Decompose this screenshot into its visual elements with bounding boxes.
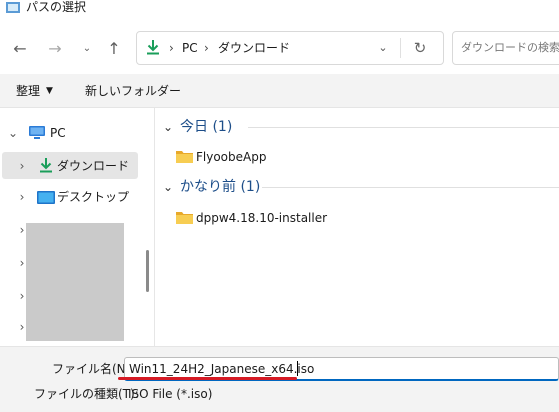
breadcrumb-separator: ›: [169, 41, 174, 55]
file-item-dppw-installer[interactable]: dppw4.18.10-installer: [196, 207, 327, 229]
pc-expand-chevron[interactable]: ⌄: [7, 122, 19, 144]
group-header-long-ago[interactable]: かなり前 (1): [180, 176, 260, 198]
pc-icon: [29, 126, 45, 139]
address-history-dropdown[interactable]: ⌄: [374, 38, 392, 58]
breadcrumb-pc[interactable]: PC: [182, 38, 198, 58]
group-collapse-chevron[interactable]: ⌄: [163, 176, 173, 198]
address-divider: [400, 38, 401, 58]
group-header-today[interactable]: 今日 (1): [180, 116, 232, 138]
group-divider: [248, 127, 559, 128]
group-divider: [262, 187, 559, 188]
folder-icon: [176, 151, 193, 163]
folder-icon: [176, 212, 193, 224]
download-icon: [147, 40, 159, 55]
sidebar-item-desktop[interactable]: デスクトップ: [57, 186, 129, 208]
new-folder-button[interactable]: 新しいフォルダー: [85, 82, 181, 100]
download-icon: [40, 158, 52, 173]
sidebar-item-pc[interactable]: PC: [50, 122, 66, 144]
desktop-icon: [37, 191, 55, 204]
desktop-expand-chevron[interactable]: ›: [16, 186, 28, 208]
file-item-flyoobeapp[interactable]: FlyoobeApp: [196, 146, 266, 168]
breadcrumb-downloads[interactable]: ダウンロード: [218, 38, 290, 58]
forward-button[interactable]: →: [42, 35, 68, 61]
search-placeholder: ダウンロードの検索: [461, 41, 559, 54]
window-title: パスの選択: [26, 0, 87, 14]
organize-button[interactable]: 整理: [16, 82, 40, 100]
sidebar-item-label[interactable]: ダウンロード: [57, 155, 129, 177]
back-button[interactable]: ←: [7, 35, 33, 61]
downloads-expand-chevron[interactable]: ›: [16, 155, 28, 177]
filetype-value[interactable]: ISO File (*.iso): [128, 385, 212, 403]
recent-locations-button[interactable]: ⌄: [74, 35, 100, 61]
folder-app-icon: [6, 2, 20, 13]
filename-label: ファイル名(N):: [52, 362, 135, 376]
organize-dropdown-arrow[interactable]: ▼: [46, 82, 53, 100]
sidebar-scrollbar[interactable]: [146, 250, 149, 292]
text-caret: [297, 361, 298, 376]
refresh-button[interactable]: ↻: [408, 38, 432, 58]
group-collapse-chevron[interactable]: ⌄: [163, 116, 173, 138]
filename-value[interactable]: Win11_24H2_Japanese_x64.iso: [129, 360, 314, 378]
redacted-region: [26, 223, 124, 341]
up-button[interactable]: ↑: [101, 35, 127, 61]
annotation-underline: [118, 377, 297, 380]
breadcrumb-separator[interactable]: ›: [204, 38, 209, 58]
command-bar: [0, 74, 559, 108]
